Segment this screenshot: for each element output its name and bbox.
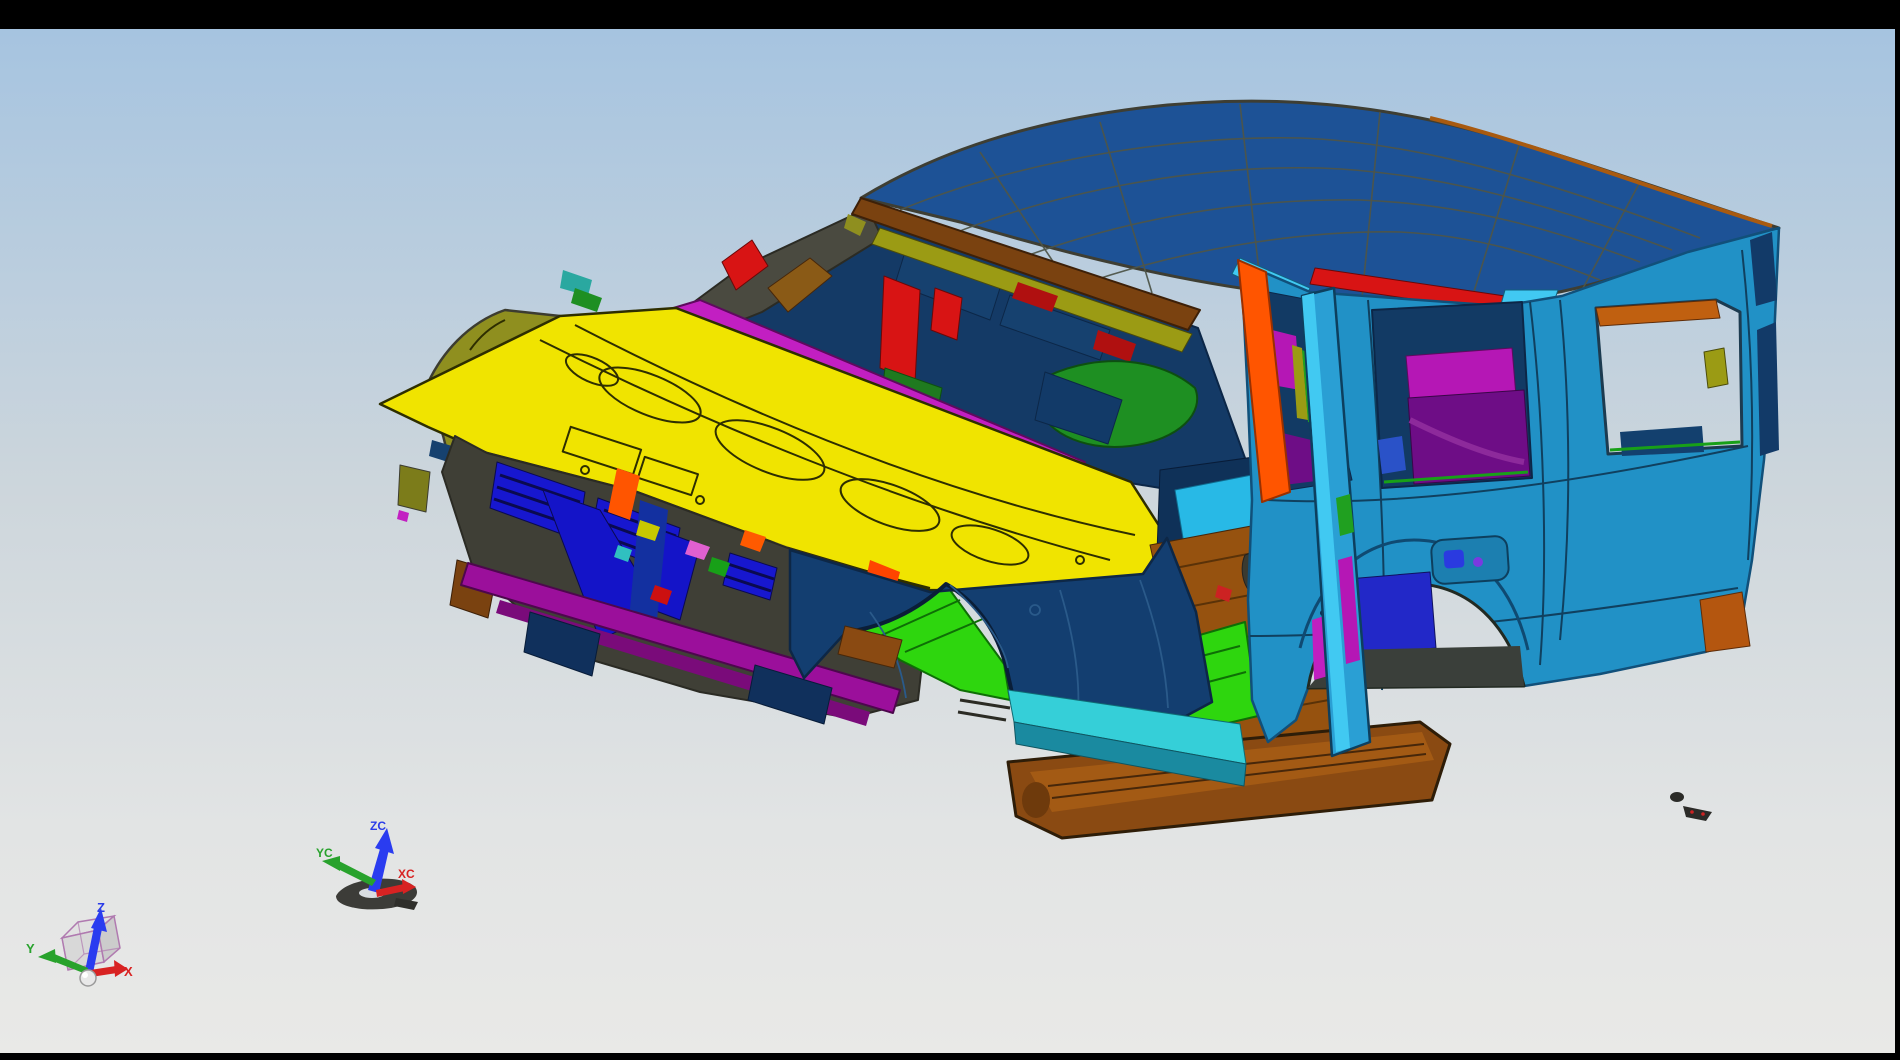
a-pillar-inner-red[interactable] xyxy=(880,276,920,382)
rear-flare-trim[interactable] xyxy=(1700,592,1750,652)
door-handle-recess[interactable] xyxy=(1431,535,1510,584)
quarter-window-opening[interactable] xyxy=(1596,300,1742,456)
datum-y-label: Y xyxy=(26,941,35,956)
wcs-y-label: YC xyxy=(316,846,333,860)
top-frame-bar xyxy=(0,0,1900,29)
wcs-z-label: ZC xyxy=(370,819,386,833)
graphics-viewport[interactable]: ZC YC XC Z Y X xyxy=(0,0,1900,1060)
cad-application-window: ZC YC XC Z Y X xyxy=(0,0,1900,1060)
rear-door-window-opening[interactable] xyxy=(1372,302,1532,488)
datum-x-label: X xyxy=(124,964,133,979)
datum-origin-sphere[interactable] xyxy=(80,970,96,986)
bottom-frame-bar xyxy=(0,1053,1900,1060)
wcs-x-label: XC xyxy=(398,867,415,881)
right-frame-bar xyxy=(1895,0,1900,1060)
datum-z-label: Z xyxy=(97,900,105,915)
